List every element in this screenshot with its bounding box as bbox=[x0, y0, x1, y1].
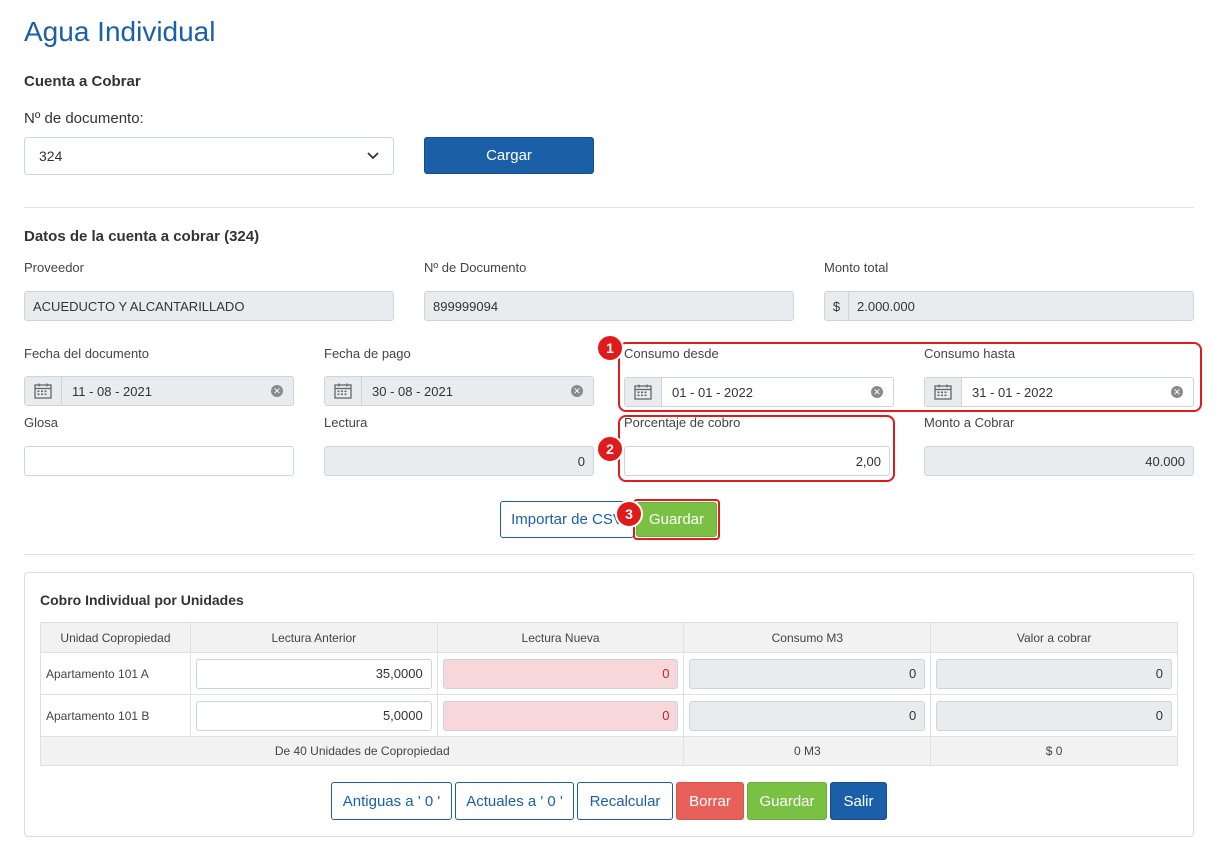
valor-field: 0 bbox=[936, 700, 1172, 731]
table-row: Apartamento 101 A 35,0000 0 0 0 bbox=[40, 652, 1178, 695]
doc-number-label: Nº de documento: bbox=[24, 110, 144, 127]
proveedor-field: ACUEDUCTO Y ALCANTARILLADO bbox=[24, 291, 394, 321]
monto-cobrar-field: 40.000 bbox=[924, 446, 1194, 476]
antiguas-zero-button[interactable]: Antiguas a ' 0 ' bbox=[331, 782, 452, 820]
monto-cobrar-label: Monto a Cobrar bbox=[924, 415, 1015, 430]
monto-total-field: $ 2.000.000 bbox=[824, 291, 1194, 321]
clear-icon[interactable]: ✕ bbox=[271, 385, 283, 397]
lectura-anterior-input[interactable]: 5,0000 bbox=[195, 700, 432, 731]
doc-number-select[interactable]: 324 bbox=[24, 137, 394, 175]
fecha-pago-label: Fecha de pago bbox=[324, 346, 411, 361]
unidades-table: Unidad Copropiedad Lectura Anterior Lect… bbox=[39, 622, 1178, 766]
import-csv-button[interactable]: Importar de CSV bbox=[500, 501, 634, 538]
fecha-documento-label: Fecha del documento bbox=[24, 346, 150, 361]
monto-total-value: 2.000.000 bbox=[857, 298, 915, 314]
divider bbox=[24, 207, 1194, 208]
divider bbox=[24, 554, 1194, 555]
step-badge-1: 1 bbox=[596, 334, 624, 362]
glosa-input[interactable] bbox=[24, 446, 294, 476]
valor-field: 0 bbox=[936, 658, 1172, 689]
consumo-desde-label: Consumo desde bbox=[624, 346, 719, 361]
actuales-zero-button[interactable]: Actuales a ' 0 ' bbox=[455, 782, 574, 820]
footer-valor: $ 0 bbox=[930, 736, 1178, 766]
salir-button[interactable]: Salir bbox=[830, 782, 887, 820]
table-row: Apartamento 101 B 5,0000 0 0 0 bbox=[40, 694, 1178, 737]
unidad-cell: Apartamento 101 A bbox=[40, 652, 191, 695]
clear-icon[interactable]: ✕ bbox=[871, 386, 883, 398]
calendar-icon bbox=[325, 377, 362, 405]
porcentaje-label: Porcentaje de cobro bbox=[624, 415, 741, 430]
col-header-lectura-nueva: Lectura Nueva bbox=[436, 622, 685, 653]
load-button[interactable]: Cargar bbox=[424, 137, 594, 174]
cuenta-section-title: Cuenta a Cobrar bbox=[24, 73, 141, 90]
save-button[interactable]: Guardar bbox=[636, 502, 717, 537]
lectura-nueva-input[interactable]: 0 bbox=[442, 700, 679, 731]
consumo-field: 0 bbox=[689, 658, 926, 689]
porcentaje-input[interactable]: 2,00 bbox=[624, 446, 890, 476]
consumo-hasta-label: Consumo hasta bbox=[924, 346, 1016, 361]
col-header-lectura-anterior: Lectura Anterior bbox=[189, 622, 438, 653]
col-header-consumo: Consumo M3 bbox=[683, 622, 932, 653]
clear-icon[interactable]: ✕ bbox=[571, 385, 583, 397]
step-badge-2: 2 bbox=[596, 435, 624, 463]
calendar-icon[interactable] bbox=[925, 378, 962, 406]
num-documento-field: 899999094 bbox=[424, 291, 794, 321]
unidad-cell: Apartamento 101 B bbox=[40, 694, 191, 737]
chevron-down-icon bbox=[367, 152, 379, 160]
guardar-unidades-button[interactable]: Guardar bbox=[747, 782, 827, 820]
consumo-desde-value: 01 - 01 - 2022 bbox=[672, 384, 753, 400]
consumo-field: 0 bbox=[689, 700, 926, 731]
lectura-field: 0 bbox=[324, 446, 594, 476]
lectura-label: Lectura bbox=[324, 415, 368, 430]
datos-section-title: Datos de la cuenta a cobrar (324) bbox=[24, 228, 260, 245]
col-header-valor: Valor a cobrar bbox=[930, 622, 1178, 653]
borrar-button[interactable]: Borrar bbox=[676, 782, 744, 820]
recalcular-button[interactable]: Recalcular bbox=[577, 782, 673, 820]
fecha-documento-value: 11 - 08 - 2021 bbox=[72, 383, 152, 399]
fecha-pago-field: 30 - 08 - 2021 ✕ bbox=[324, 376, 594, 406]
table-footer-row: De 40 Unidades de Copropiedad 0 M3 $ 0 bbox=[39, 736, 1178, 766]
num-documento-label: Nº de Documento bbox=[424, 260, 527, 275]
unidades-title: Cobro Individual por Unidades bbox=[40, 592, 244, 608]
doc-number-selected: 324 bbox=[39, 148, 63, 164]
fecha-pago-value: 30 - 08 - 2021 bbox=[372, 383, 453, 399]
calendar-icon bbox=[25, 377, 62, 405]
page-title: Agua Individual bbox=[24, 16, 216, 47]
footer-unidades: De 40 Unidades de Copropiedad bbox=[39, 736, 685, 766]
lectura-nueva-input[interactable]: 0 bbox=[442, 658, 679, 689]
glosa-label: Glosa bbox=[24, 415, 58, 430]
calendar-icon[interactable] bbox=[625, 378, 662, 406]
consumo-hasta-value: 31 - 01 - 2022 bbox=[972, 384, 1053, 400]
proveedor-label: Proveedor bbox=[24, 260, 84, 275]
clear-icon[interactable]: ✕ bbox=[1171, 386, 1183, 398]
lectura-anterior-input[interactable]: 35,0000 bbox=[195, 658, 432, 689]
fecha-documento-field: 11 - 08 - 2021 ✕ bbox=[24, 376, 294, 406]
consumo-desde-field[interactable]: 01 - 01 - 2022 ✕ bbox=[624, 377, 894, 407]
monto-total-label: Monto total bbox=[824, 260, 889, 275]
step-badge-3: 3 bbox=[615, 500, 643, 528]
currency-prefix: $ bbox=[825, 292, 849, 320]
col-header-unidad: Unidad Copropiedad bbox=[40, 622, 191, 653]
consumo-hasta-field[interactable]: 31 - 01 - 2022 ✕ bbox=[924, 377, 1194, 407]
footer-consumo: 0 M3 bbox=[683, 736, 932, 766]
